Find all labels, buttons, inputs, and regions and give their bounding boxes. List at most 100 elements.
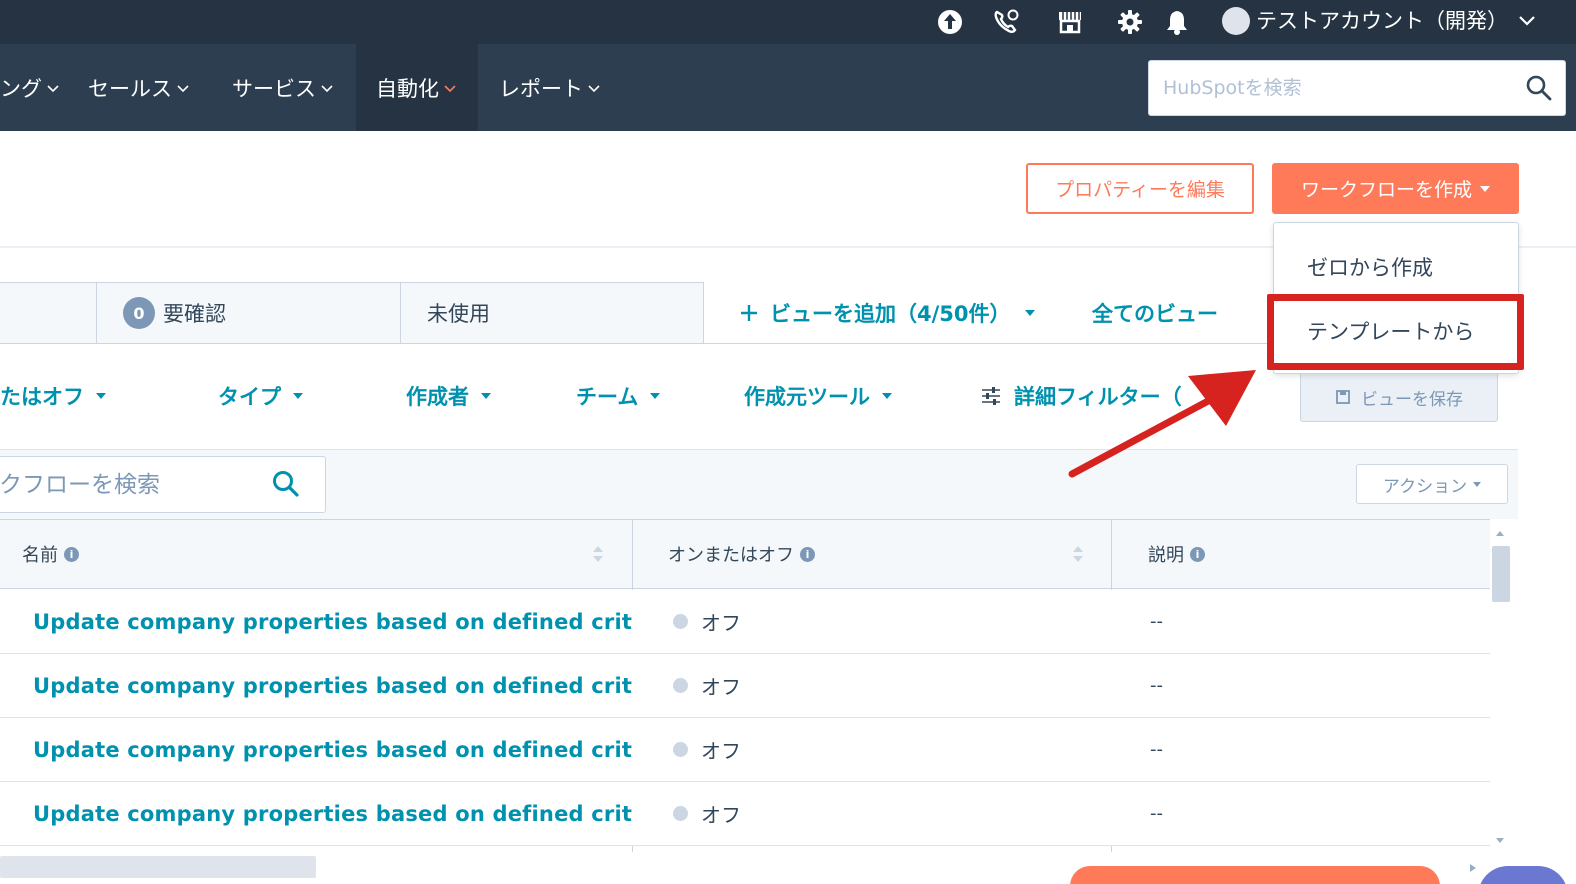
nav-item-reports[interactable]: レポート [499, 44, 601, 131]
column-header-status[interactable]: オンまたはオフ i [668, 520, 815, 588]
nav-item-marketing[interactable]: ング [0, 44, 60, 131]
workflow-name-link[interactable]: Update company properties based on defin… [33, 718, 632, 781]
filter-creator[interactable]: 作成者 [406, 370, 491, 422]
filter-label: チーム [576, 385, 639, 409]
filter-type[interactable]: タイプ [218, 370, 303, 422]
count-badge: 0 [123, 297, 155, 329]
table-row: Update company properties based on defin… [0, 718, 1490, 782]
chevron-down-icon [321, 84, 333, 92]
nav-item-automation[interactable]: 自動化 [356, 44, 478, 131]
chevron-down-icon [177, 84, 189, 92]
status-dot [673, 678, 688, 693]
filter-label: たはオフ [0, 385, 84, 409]
table-row: Update company properties based on defin… [0, 782, 1490, 846]
chevron-down-icon [47, 84, 59, 92]
all-views-link[interactable]: 全てのビュー [1092, 282, 1218, 344]
plus-icon [741, 305, 757, 321]
column-header-name[interactable]: 名前 i [22, 520, 79, 588]
global-search [1148, 60, 1566, 116]
upgrade-arrow-icon[interactable] [934, 6, 966, 38]
add-view-button[interactable]: ビューを追加（4/50件） [738, 282, 1035, 344]
top-utility-bar: テストアカウント（開発） [0, 0, 1576, 44]
column-label: 説明 [1148, 545, 1184, 566]
marketplace-icon[interactable] [1054, 6, 1086, 38]
info-icon[interactable]: i [64, 546, 79, 562]
menu-item-label: ゼロから作成 [1307, 256, 1433, 280]
save-view-label: ビューを保存 [1361, 389, 1463, 410]
chevron-down-icon[interactable] [1512, 6, 1542, 36]
sliders-icon [982, 387, 1000, 405]
caret-down-icon [1473, 481, 1482, 487]
actions-button[interactable]: アクション [1356, 464, 1508, 504]
caret-down-icon [1024, 310, 1035, 316]
status-cell: オフ [673, 654, 741, 717]
description-cell: -- [1150, 675, 1163, 696]
status-dot [673, 806, 688, 821]
caret-down-icon [96, 393, 106, 399]
nav-item-label: セールス [88, 76, 172, 101]
chevron-down-icon [588, 84, 600, 92]
annotation-arrow-icon [1068, 370, 1256, 478]
add-view-label: ビューを追加（4/50件） [770, 302, 1011, 326]
search-icon[interactable] [271, 469, 301, 499]
avatar[interactable] [1222, 7, 1250, 35]
save-view-button[interactable]: ビューを保存 [1300, 372, 1498, 422]
tab-view-partial[interactable] [0, 282, 97, 344]
notifications-bell-icon[interactable] [1161, 6, 1193, 38]
floating-action-button[interactable] [1070, 866, 1440, 884]
info-icon[interactable]: i [1190, 546, 1205, 562]
filter-on-off[interactable]: たはオフ [0, 370, 106, 422]
filter-source-tool[interactable]: 作成元ツール [744, 370, 892, 422]
nav-item-label: レポート [499, 76, 583, 101]
filter-team[interactable]: チーム [576, 370, 661, 422]
all-views-label: 全てのビュー [1092, 302, 1218, 326]
workflow-search [0, 456, 326, 513]
nav-item-sales[interactable]: セールス [88, 44, 190, 131]
sort-icon[interactable] [1071, 542, 1085, 566]
filter-label: 作成元ツール [744, 385, 870, 409]
caret-down-icon [1480, 185, 1490, 192]
settings-gear-icon[interactable] [1114, 6, 1146, 38]
nav-item-service[interactable]: サービス [232, 44, 334, 131]
caret-down-icon [481, 393, 491, 399]
caret-down-icon [650, 393, 661, 399]
status-cell: オフ [673, 718, 741, 781]
table-row: Update company properties based on defin… [0, 590, 1490, 654]
scroll-down-icon[interactable] [1494, 836, 1506, 846]
edit-properties-label: プロパティーを編集 [1055, 179, 1225, 201]
chat-launcher[interactable] [1478, 866, 1568, 884]
nav-item-label: ング [0, 76, 42, 101]
menu-item-from-scratch[interactable]: ゼロから作成 [1274, 237, 1518, 297]
workflow-name-link[interactable]: Update company properties based on defin… [33, 782, 632, 845]
filter-label: 作成者 [406, 385, 469, 409]
column-label: オンまたはオフ [668, 545, 794, 566]
column-header-description[interactable]: 説明 i [1148, 520, 1205, 588]
highlight-box [1267, 294, 1524, 370]
create-workflow-button[interactable]: ワークフローを作成 [1272, 163, 1519, 214]
caret-down-icon [882, 393, 892, 399]
nav-item-label: サービス [232, 76, 316, 101]
workflow-name-link[interactable]: Update company properties based on defin… [33, 654, 632, 717]
scroll-right-icon[interactable] [1468, 862, 1478, 874]
tab-label: 要確認 [163, 302, 226, 326]
status-label: オフ [701, 675, 741, 699]
horizontal-scrollbar-thumb[interactable] [0, 856, 316, 878]
status-label: オフ [701, 803, 741, 827]
status-dot [673, 614, 688, 629]
scroll-up-icon[interactable] [1494, 528, 1506, 538]
info-icon[interactable]: i [800, 546, 815, 562]
workflow-name-link[interactable]: Update company properties based on defin… [33, 590, 632, 653]
description-cell: -- [1150, 803, 1163, 824]
status-dot [673, 742, 688, 757]
vertical-scrollbar-thumb[interactable] [1492, 546, 1510, 602]
workflow-search-input[interactable] [0, 457, 259, 512]
edit-properties-button[interactable]: プロパティーを編集 [1026, 163, 1254, 214]
sort-icon[interactable] [591, 542, 605, 566]
account-name[interactable]: テストアカウント（開発） [1256, 6, 1508, 36]
global-search-input[interactable] [1163, 61, 1523, 115]
filter-label: タイプ [218, 385, 281, 409]
phone-icon[interactable] [990, 6, 1022, 38]
search-icon[interactable] [1525, 74, 1553, 102]
tab-unused[interactable]: 未使用 [400, 282, 704, 344]
tab-needs-review[interactable]: 0 要確認 [96, 282, 401, 344]
